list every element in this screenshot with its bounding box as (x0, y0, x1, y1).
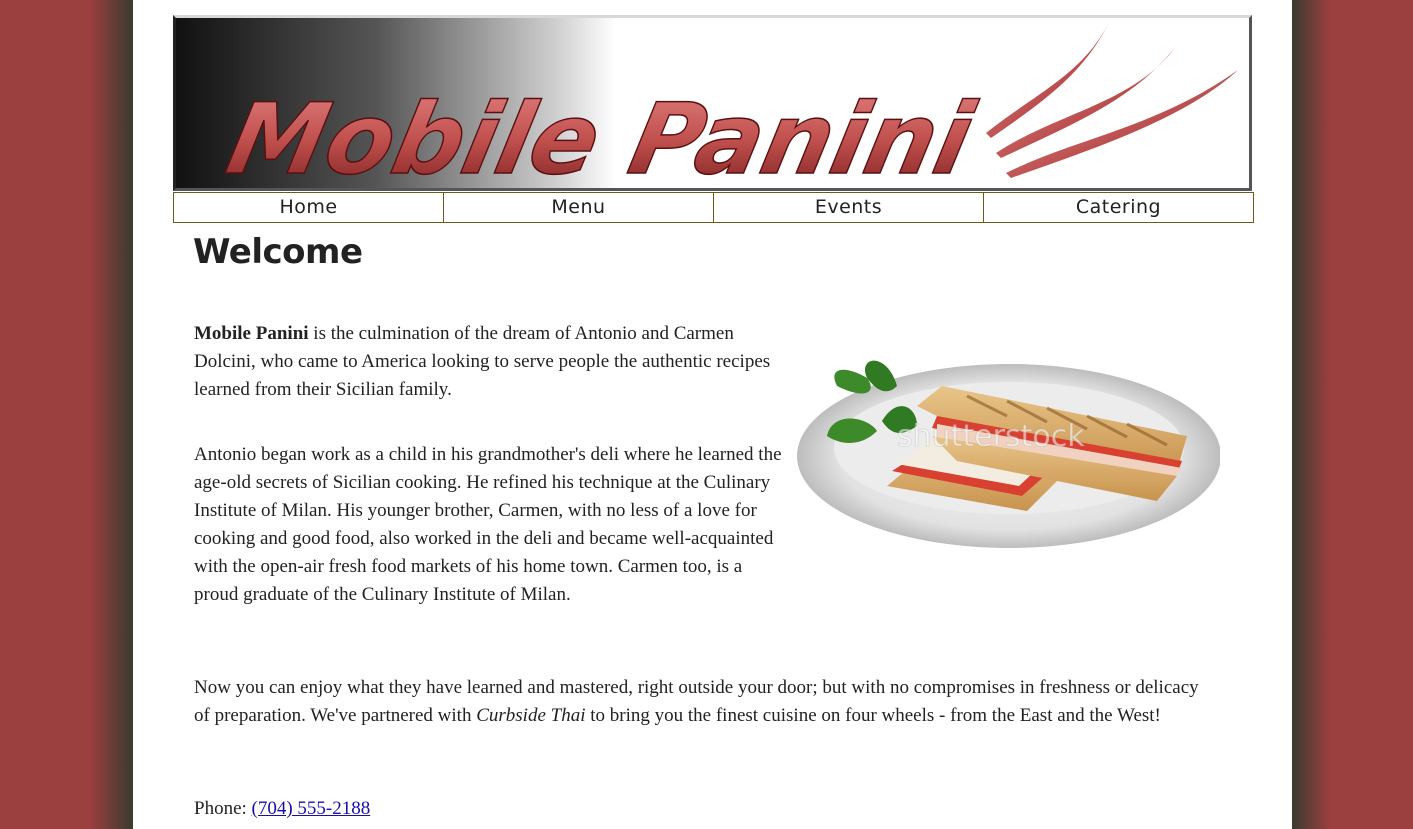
partnership-text-2: to bring you the finest cuisine on four … (585, 705, 1161, 726)
brand-name: Mobile Panini (194, 323, 309, 344)
nav-catering[interactable]: Catering (983, 192, 1254, 223)
phone-link[interactable]: (704) 555-2188 (252, 798, 371, 819)
header-banner[interactable]: Mobile Panini (173, 15, 1252, 191)
watermark-text: shutterstock (897, 419, 1085, 454)
phone-label: Phone: (194, 798, 252, 819)
history-paragraph: Antonio began work as a child in his gra… (194, 444, 782, 605)
intro-paragraph: Mobile Panini is the culmination of the … (194, 320, 784, 404)
nav-home[interactable]: Home (173, 192, 444, 223)
logo-text: Mobile Panini (218, 83, 984, 188)
logo-graphic: Mobile Panini (217, 18, 1238, 188)
page: Mobile Panini Home Menu Events Catering … (133, 0, 1292, 829)
partnership-paragraph: Now you can enjoy what they have learned… (194, 674, 1214, 730)
nav-events[interactable]: Events (713, 192, 984, 223)
nav-menu[interactable]: Menu (443, 192, 714, 223)
main-nav: Home Menu Events Catering (173, 192, 1254, 223)
partner-name: Curbside Thai (476, 705, 586, 726)
panini-photo: shutterstock (797, 296, 1221, 572)
phone-line: Phone: (704) 555-2188 (194, 795, 794, 823)
page-title: Welcome (193, 232, 363, 272)
